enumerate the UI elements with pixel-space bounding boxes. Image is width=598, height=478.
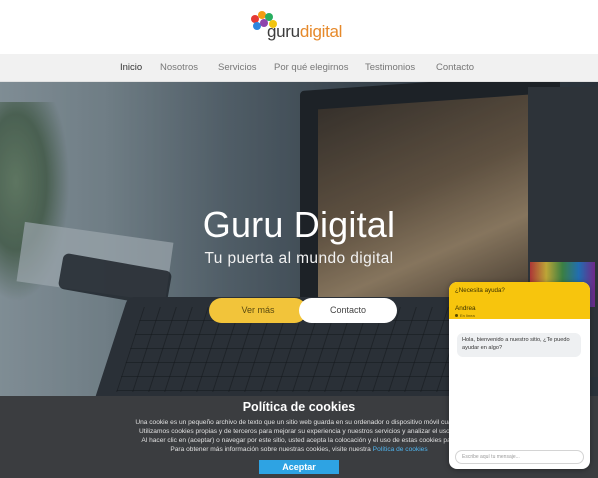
hero-contact-button[interactable]: Contacto [299, 298, 397, 323]
online-status-icon [455, 314, 458, 317]
chat-help-question: ¿Necesita ayuda? [455, 287, 505, 294]
site-header: gurudigital [0, 0, 598, 54]
ver-mas-button[interactable]: Ver más [209, 298, 307, 323]
accept-cookies-button[interactable]: Aceptar [259, 460, 339, 474]
hero-subtitle: Tu puerta al mundo digital [204, 250, 394, 267]
logo-text-guru: guru [267, 22, 300, 41]
nav-item-por-que-elegirnos[interactable]: Por qué elegirnos [274, 62, 348, 73]
chat-agent-name: Andrea [455, 305, 476, 312]
logo-text-digital: digital [299, 22, 343, 41]
cookie-more-info-text: Para obtener más información sobre nuest… [170, 446, 371, 453]
nav-item-nosotros[interactable]: Nosotros [160, 62, 198, 73]
chat-agent-status-text: En línea [460, 313, 475, 318]
chat-message-bubble: Hola, bienvenido a nuestro sitio, ¿Te pu… [457, 333, 581, 357]
chat-header[interactable]: ¿Necesita ayuda? Andrea En línea [449, 282, 590, 319]
chat-message-input[interactable] [455, 450, 584, 464]
nav-item-inicio[interactable]: Inicio [120, 62, 142, 73]
hero-title: Guru Digital [202, 204, 396, 245]
logo[interactable]: gurudigital [249, 6, 353, 44]
main-navbar: Inicio Nosotros Servicios Por qué elegir… [0, 54, 598, 82]
cookie-policy-link[interactable]: Política de cookies [373, 446, 428, 453]
chat-agent-status: En línea [455, 313, 475, 318]
logo-text: gurudigital [267, 22, 342, 42]
chat-widget: ¿Necesita ayuda? Andrea En línea Hola, b… [449, 282, 590, 469]
nav-item-testimonios[interactable]: Testimonios [365, 62, 415, 73]
nav-item-servicios[interactable]: Servicios [218, 62, 257, 73]
nav-item-contacto[interactable]: Contacto [436, 62, 474, 73]
